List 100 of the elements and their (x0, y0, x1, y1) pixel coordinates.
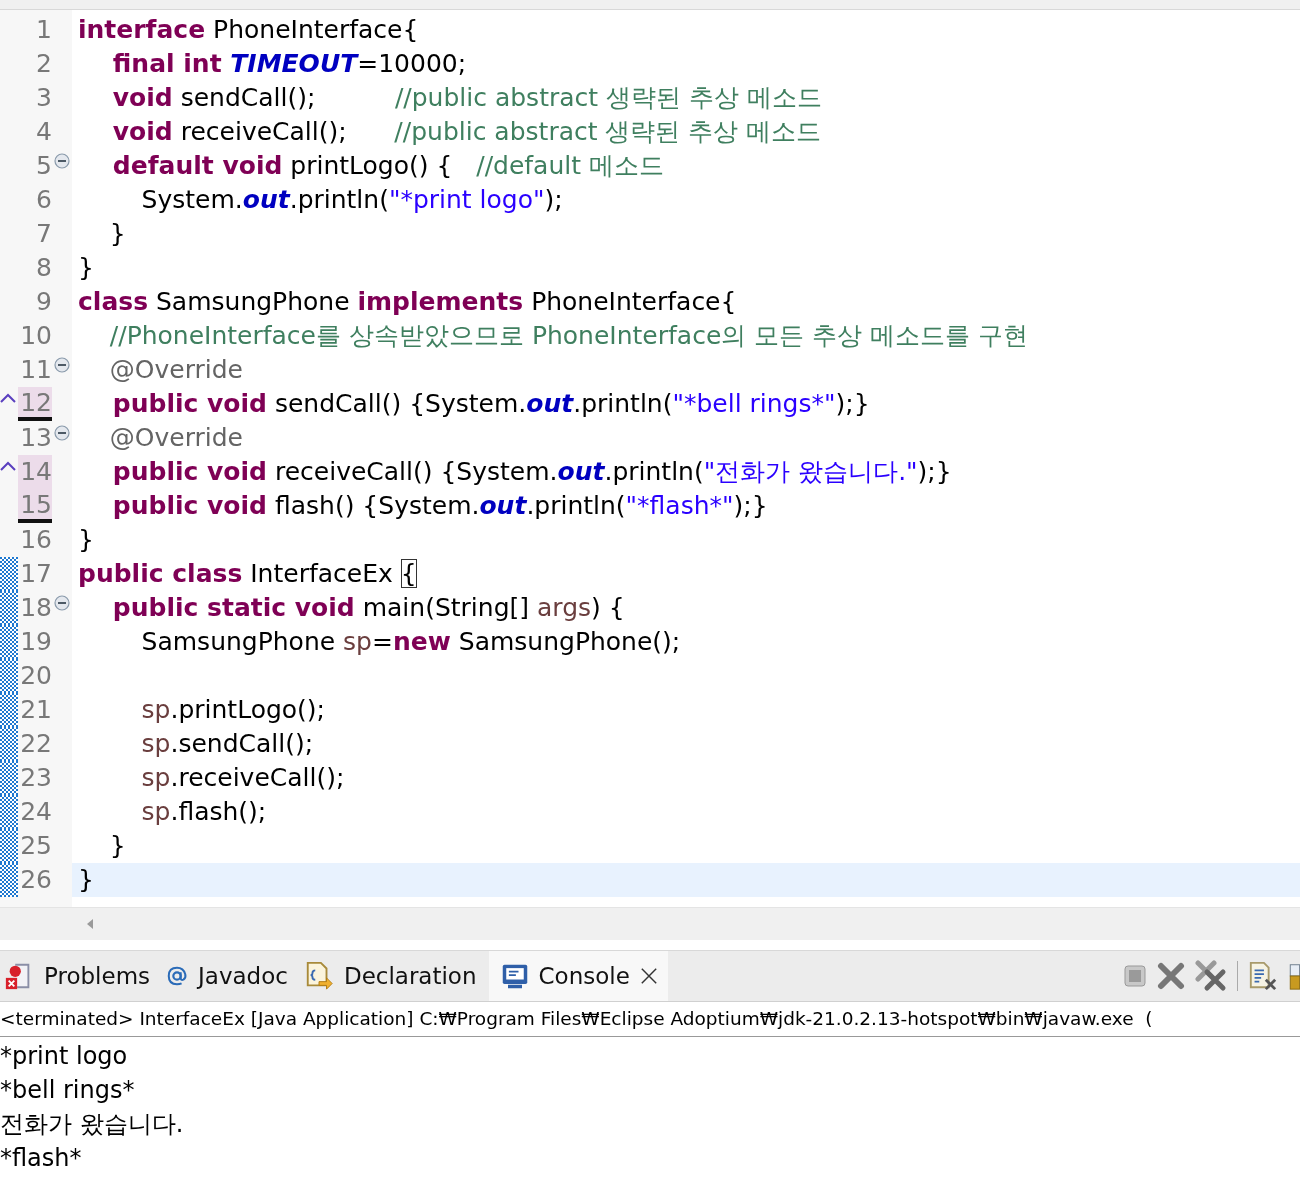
code-token: .println( (526, 491, 626, 520)
code-token: //public abstract 생략된 추상 메소드 (394, 83, 822, 112)
line-number: 18 (19, 592, 52, 624)
code-token: } (108, 219, 126, 248)
code-token: { (400, 559, 417, 588)
code-token: } (78, 253, 94, 282)
code-token: "*print logo" (388, 185, 545, 214)
line-number: 16 (19, 524, 52, 556)
code-token: public class (78, 559, 243, 588)
code-token: sp (343, 627, 372, 656)
code-token: .println( (604, 457, 704, 486)
line-number: 20 (19, 660, 52, 692)
console-output-line: 전화가 왔습니다. (0, 1109, 185, 1140)
remove-icon[interactable] (1157, 962, 1185, 990)
code-token: public static void (111, 593, 355, 622)
code-token: receiveCall() {System. (273, 457, 558, 486)
code-token: ) { (591, 593, 625, 622)
code-token: .sendCall(); (170, 729, 314, 758)
code-token: .flash(); (170, 797, 267, 826)
line-number: 4 (35, 116, 52, 148)
view-tab[interactable]: Problems (0, 951, 162, 1001)
collapse-icon[interactable] (54, 357, 70, 373)
code-token: flash() {System. (273, 491, 480, 520)
code-token: SamsungPhone (140, 627, 337, 656)
code-token: .println( (573, 389, 673, 418)
line-number: 26 (19, 864, 52, 896)
code-token: "*flash*" (625, 491, 734, 520)
code-token: out (242, 185, 290, 214)
code-token: void (111, 117, 173, 146)
code-token: SamsungPhone(); (457, 627, 681, 656)
code-token: = (372, 627, 393, 656)
code-token: implements (357, 287, 524, 316)
code-token: );} (733, 491, 768, 520)
code-token: InterfaceEx (249, 559, 394, 588)
line-number: 10 (19, 320, 52, 352)
code-token: PhoneInterface{ (212, 15, 419, 44)
code-token: //default 메소드 (476, 151, 664, 180)
code-token: public void (111, 457, 267, 486)
line-number: 13 (19, 422, 52, 454)
code-token: default void (111, 151, 283, 180)
line-number: 8 (35, 252, 52, 284)
view-tab[interactable]: Declaration (299, 951, 489, 1001)
code-token: );} (917, 457, 952, 486)
code-token: "*bell rings*" (672, 389, 836, 418)
monitor-icon (500, 962, 529, 990)
console-header: <terminated> InterfaceEx [Java Application] C:₩Program Files₩Eclipse Adoptium₩jdk-21.0.2.13-hotspot₩bin₩javaw.exe ( (0, 1008, 1153, 1029)
code-token: interface (78, 15, 206, 44)
code-token: class (78, 287, 149, 316)
code-token: receiveCall(); (179, 117, 348, 146)
code-token: sp (140, 695, 171, 724)
line-number: 17 (19, 558, 52, 590)
horizontal-scrollbar[interactable] (0, 907, 1300, 940)
line-number: 25 (19, 830, 52, 862)
code-token: @Override (108, 355, 243, 384)
code-token: //PhoneInterface를 상속받았으므로 PhoneInterface의 모든 추상 메소드를 구현 (108, 321, 1029, 350)
code-token: } (108, 831, 126, 860)
close-icon[interactable] (639, 967, 658, 985)
clear-console-icon[interactable] (1248, 961, 1278, 991)
line-number: 14 (18, 455, 52, 489)
collapse-icon[interactable] (54, 425, 70, 441)
line-number: 3 (35, 82, 52, 114)
line-number: 22 (19, 728, 52, 760)
line-number: 24 (19, 796, 52, 828)
line-number: 21 (19, 694, 52, 726)
code-token: .receiveCall(); (170, 763, 345, 792)
collapse-icon[interactable] (54, 153, 70, 169)
code-token: public void (111, 491, 267, 520)
line-number: 2 (35, 48, 52, 80)
view-tab[interactable]: Javadoc (162, 951, 300, 1001)
code-token: main(String[] (361, 593, 531, 622)
line-number: 11 (19, 354, 52, 386)
code-token: );} (835, 389, 870, 418)
line-number: 7 (35, 218, 52, 250)
collapse-icon[interactable] (54, 595, 70, 611)
remove-all-icon[interactable] (1195, 960, 1227, 992)
line-number: 5 (35, 150, 52, 182)
at-sign-icon (166, 965, 188, 987)
code-token: "전화가 왔습니다." (703, 457, 918, 486)
code-token: sp (140, 729, 171, 758)
code-token: out (526, 389, 574, 418)
code-token: } (78, 865, 94, 894)
code-token: sp (140, 797, 171, 826)
code-token: new (392, 627, 451, 656)
line-number: 15 (18, 489, 52, 523)
code-token: //public abstract 생략된 추상 메소드 (394, 117, 822, 146)
code-token: .printLogo(); (170, 695, 326, 724)
view-tab[interactable]: Console (488, 951, 668, 1001)
code-token: @Override (108, 423, 243, 452)
code-token: PhoneInterface{ (530, 287, 737, 316)
code-token: final int (111, 49, 223, 78)
code-token: sendCall() {System. (273, 389, 527, 418)
code-token: } (78, 525, 94, 554)
line-number: 23 (19, 762, 52, 794)
code-token: printLogo() { (289, 151, 454, 180)
code-token: SamsungPhone (154, 287, 351, 316)
console-output-line: *bell rings* (0, 1075, 136, 1106)
line-number: 6 (35, 184, 52, 216)
console-output-line: *flash* (0, 1143, 83, 1174)
line-number: 9 (35, 286, 52, 318)
code-token: System. (140, 185, 243, 214)
